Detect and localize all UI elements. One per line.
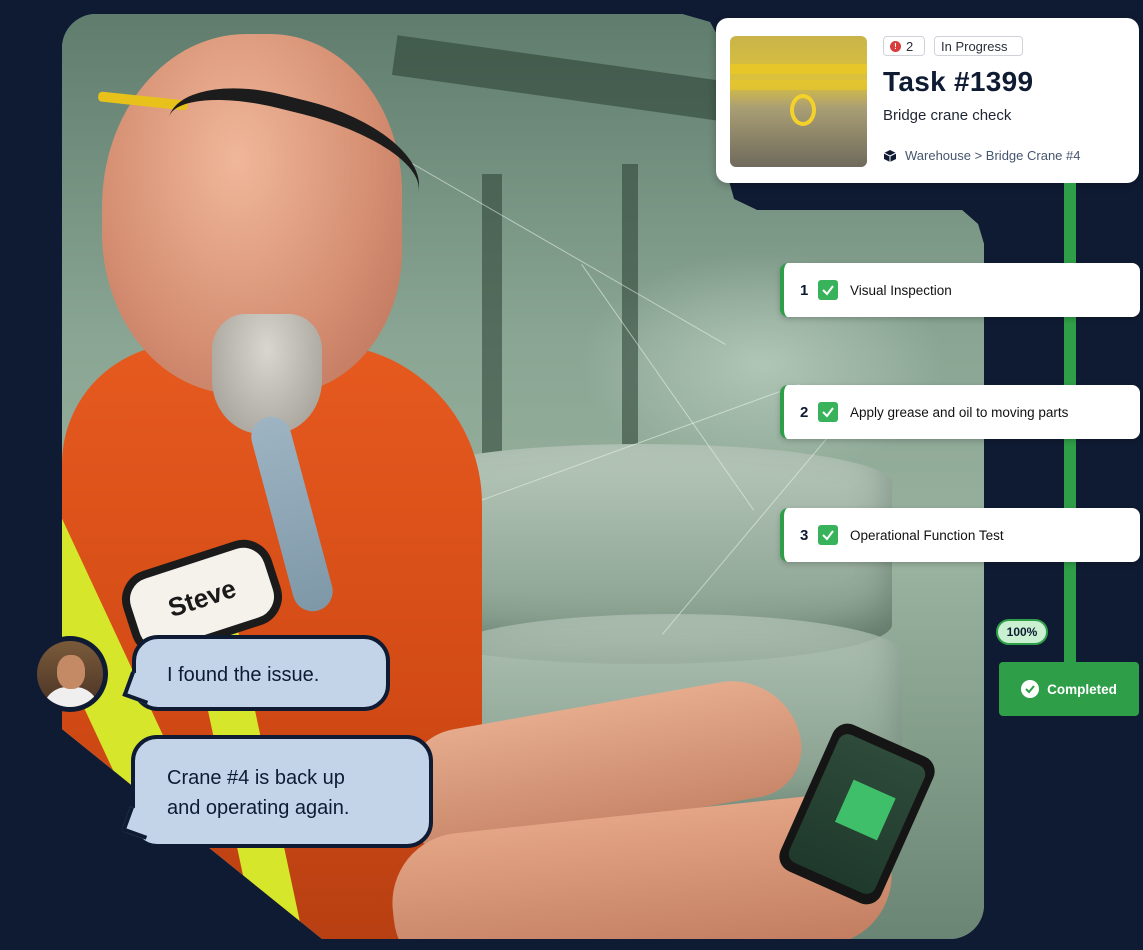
step-label: Apply grease and oil to moving parts <box>850 404 1069 420</box>
step-number: 1 <box>800 281 809 299</box>
crane-hook <box>790 94 816 126</box>
message-text: I found the issue. <box>167 664 320 686</box>
check-icon[interactable] <box>818 280 838 300</box>
step-item-3[interactable]: 3 Operational Function Test <box>780 508 1140 562</box>
alert-count: 2 <box>906 38 914 54</box>
alert-icon: ! <box>890 40 901 52</box>
step-item-2[interactable]: 2 Apply grease and oil to moving parts <box>780 385 1140 439</box>
step-number: 2 <box>800 403 809 421</box>
bubble-tail <box>121 806 155 840</box>
completed-button[interactable]: Completed <box>999 662 1139 716</box>
status-label: In Progress <box>941 38 1008 54</box>
check-icon[interactable] <box>818 525 838 545</box>
task-thumbnail <box>730 36 867 167</box>
task-title: Task #1399 <box>883 66 1034 97</box>
completed-label: Completed <box>1047 681 1117 697</box>
task-card[interactable]: ! 2 In Progress Task #1399 Bridge crane … <box>716 18 1139 183</box>
step-number: 3 <box>800 526 809 544</box>
location-text: Warehouse > Bridge Crane #4 <box>905 148 1081 163</box>
step-item-1[interactable]: 1 Visual Inspection <box>780 263 1140 317</box>
message-line: and operating again. <box>167 797 350 819</box>
alert-count-badge[interactable]: ! 2 <box>883 36 925 56</box>
chat-bubble: Crane #4 is back up and operating again. <box>121 735 433 848</box>
avatar[interactable] <box>32 636 108 712</box>
step-label: Operational Function Test <box>850 527 1004 543</box>
check-circle-icon <box>1021 680 1040 698</box>
status-badge[interactable]: In Progress <box>934 36 1023 56</box>
location-breadcrumb[interactable]: Warehouse > Bridge Crane #4 <box>883 148 1080 163</box>
cube-icon <box>883 149 897 162</box>
step-label: Visual Inspection <box>850 282 952 298</box>
chat-bubble: I found the issue. <box>122 635 390 711</box>
progress-percent-badge: 100% <box>996 619 1048 645</box>
message-line: Crane #4 is back up <box>167 767 345 789</box>
check-icon[interactable] <box>818 402 838 422</box>
task-subtitle: Bridge crane check <box>883 107 1012 124</box>
